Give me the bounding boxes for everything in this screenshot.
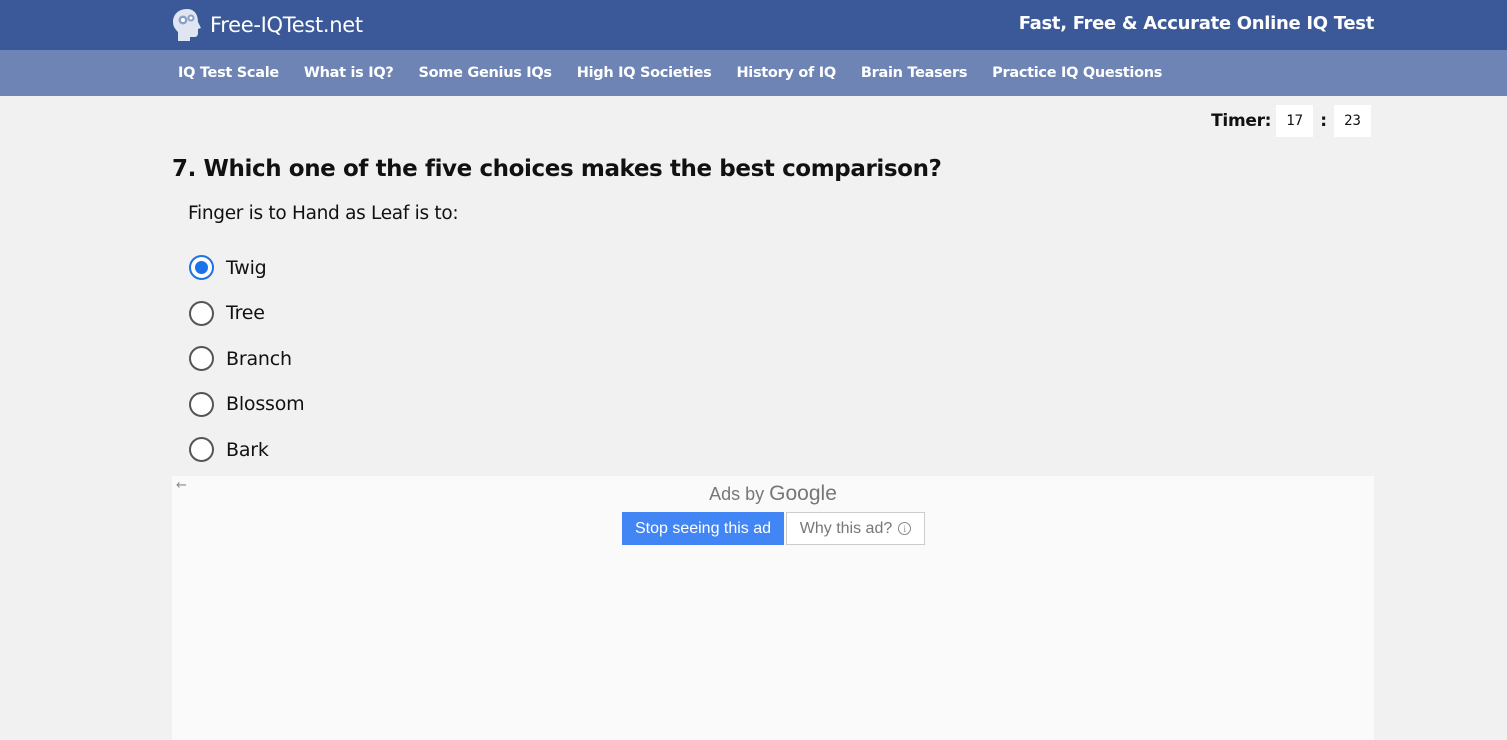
option-bark[interactable]: Bark bbox=[189, 427, 304, 473]
question-title: 7. Which one of the five choices makes t… bbox=[172, 156, 942, 182]
google-wordmark: Google bbox=[769, 482, 837, 505]
ads-by-google: Ads by Google bbox=[172, 482, 1374, 506]
nav-item-some-genius-iqs[interactable]: Some Genius IQs bbox=[418, 65, 552, 81]
nav-item-brain-teasers[interactable]: Brain Teasers bbox=[861, 65, 968, 81]
ads-by-label: Ads by bbox=[709, 484, 765, 504]
why-this-ad-button[interactable]: Why this ad? i bbox=[786, 512, 925, 545]
site-tagline: Fast, Free & Accurate Online IQ Test bbox=[1018, 13, 1375, 34]
nav-item-high-iq-societies[interactable]: High IQ Societies bbox=[577, 65, 712, 81]
nav-item-what-is-iq[interactable]: What is IQ? bbox=[304, 65, 394, 81]
option-tree[interactable]: Tree bbox=[189, 291, 304, 337]
timer-label: Timer: bbox=[1211, 111, 1272, 131]
option-twig[interactable]: Twig bbox=[189, 245, 304, 291]
why-this-ad-label: Why this ad? bbox=[799, 519, 893, 537]
option-branch[interactable]: Branch bbox=[189, 336, 304, 382]
nav-item-iq-test-scale[interactable]: IQ Test Scale bbox=[178, 65, 279, 81]
option-bark-radio[interactable] bbox=[189, 437, 214, 463]
option-label: Branch bbox=[226, 347, 292, 370]
nav-item-practice-iq-questions[interactable]: Practice IQ Questions bbox=[992, 65, 1162, 81]
stop-seeing-ad-button[interactable]: Stop seeing this ad bbox=[622, 512, 784, 545]
option-label: Blossom bbox=[226, 393, 305, 416]
option-label: Twig bbox=[226, 256, 267, 279]
site-name: Free-IQTest.net bbox=[210, 13, 363, 37]
timer-minutes: 17 bbox=[1276, 105, 1314, 137]
main-nav: IQ Test Scale What is IQ? Some Genius IQ… bbox=[178, 50, 1187, 96]
option-blossom-radio[interactable] bbox=[189, 391, 214, 417]
timer: Timer: 17 : 23 bbox=[1211, 105, 1371, 137]
info-icon: i bbox=[898, 522, 912, 535]
option-blossom[interactable]: Blossom bbox=[189, 382, 305, 428]
option-branch-radio[interactable] bbox=[189, 346, 214, 372]
top-header-bar: Free-IQTest.net Fast, Free & Accurate On… bbox=[0, 0, 1507, 50]
option-twig-radio[interactable] bbox=[189, 255, 214, 281]
timer-seconds: 23 bbox=[1334, 105, 1371, 137]
site-logo[interactable]: Free-IQTest.net bbox=[172, 6, 363, 44]
nav-item-history-of-iq[interactable]: History of IQ bbox=[736, 65, 836, 81]
option-tree-radio[interactable] bbox=[189, 300, 214, 326]
ad-feedback-buttons: Stop seeing this ad Why this ad? i bbox=[622, 512, 925, 545]
timer-separator: : bbox=[1320, 111, 1327, 131]
option-label: Tree bbox=[226, 302, 265, 325]
option-label: Bark bbox=[226, 438, 269, 461]
brain-head-icon bbox=[173, 9, 201, 41]
main-nav-bar: IQ Test Scale What is IQ? Some Genius IQ… bbox=[0, 50, 1507, 96]
question-prompt: Finger is to Hand as Leaf is to: bbox=[188, 203, 459, 224]
ad-container: ← Ads by Google Stop seeing this ad Why … bbox=[172, 476, 1374, 740]
answer-options: Twig Tree Branch Blossom Bark bbox=[189, 245, 305, 473]
